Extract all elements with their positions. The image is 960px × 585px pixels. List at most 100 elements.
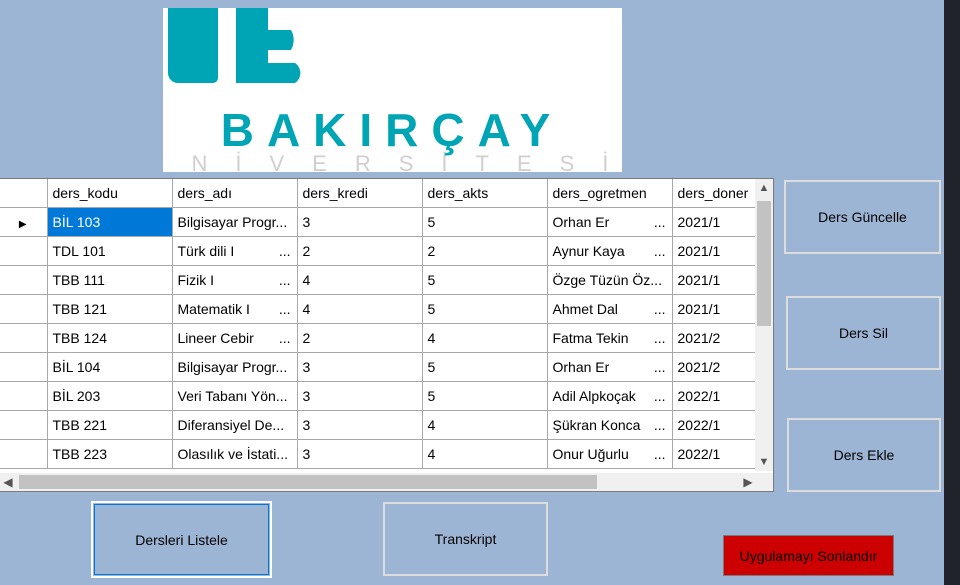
table-cell-ders_kredi[interactable]: 4 bbox=[297, 265, 423, 295]
table-cell-ders_akts[interactable]: 5 bbox=[422, 207, 548, 237]
table-cell-ders_doner[interactable]: 2022/1 bbox=[672, 439, 763, 469]
table-cell-ders_kodu[interactable]: BİL 103 bbox=[47, 207, 173, 237]
row-header[interactable] bbox=[0, 352, 48, 382]
table-cell-ders_adı[interactable]: Veri Tabanı Yön... bbox=[172, 381, 298, 411]
table-cell-ders_akts[interactable]: 4 bbox=[422, 439, 548, 469]
table-row[interactable]: TBB 223 Olasılık ve İstati... 3 4 Onur Uğurl… bbox=[0, 439, 763, 469]
table-cell-ders_ogretmen[interactable]: Ahmet Dal... bbox=[547, 294, 673, 324]
table-cell-ders_kredi[interactable]: 4 bbox=[297, 294, 423, 324]
table-cell-ders_kodu[interactable]: BİL 104 bbox=[47, 352, 173, 382]
table-cell-ders_kodu[interactable]: TDL 101 bbox=[47, 236, 173, 266]
table-row[interactable]: BİL 104 Bilgisayar Progr... 3 5 Orhan Er... 2… bbox=[0, 352, 763, 382]
list-courses-button[interactable]: Dersleri Listele bbox=[91, 501, 272, 578]
table-cell-ders_ogretmen[interactable]: Onur Uğurlu... bbox=[547, 439, 673, 469]
courses-table: ders_kodu ders_adı ders_kredi ders_akts … bbox=[0, 179, 763, 469]
table-row[interactable]: TDL 101 Türk dili I... 2 2 Aynur Kaya... 2021… bbox=[0, 236, 763, 266]
table-cell-ders_kredi[interactable]: 2 bbox=[297, 236, 423, 266]
table-cell-ders_kodu[interactable]: BİL 203 bbox=[47, 381, 173, 411]
table-cell-ders_kredi[interactable]: 3 bbox=[297, 207, 423, 237]
table-cell-ders_doner[interactable]: 2022/1 bbox=[672, 410, 763, 440]
row-header-corner bbox=[0, 179, 48, 208]
row-header[interactable] bbox=[0, 236, 48, 266]
table-cell-ders_doner[interactable]: 2022/1 bbox=[672, 381, 763, 411]
table-cell-ders_ogretmen[interactable]: Adil Alpkoçak... bbox=[547, 381, 673, 411]
vertical-scroll-thumb[interactable] bbox=[757, 201, 771, 326]
transcript-button[interactable]: Transkript bbox=[383, 502, 548, 576]
table-cell-ders_ogretmen[interactable]: Orhan Er... bbox=[547, 207, 673, 237]
table-row[interactable]: TBB 111 Fizik I... 4 5 Özge Tüzün Öz... 2021/… bbox=[0, 265, 763, 295]
vertical-scrollbar[interactable]: ▲ ▼ bbox=[755, 179, 773, 471]
update-course-button[interactable]: Ders Güncelle bbox=[784, 180, 941, 254]
table-cell-ders_adı[interactable]: Olasılık ve İstati... bbox=[172, 439, 298, 469]
row-header[interactable]: ▶ bbox=[0, 207, 48, 237]
table-cell-ders_kredi[interactable]: 3 bbox=[297, 439, 423, 469]
scroll-up-icon[interactable]: ▲ bbox=[755, 179, 773, 197]
table-cell-ders_ogretmen[interactable]: Aynur Kaya... bbox=[547, 236, 673, 266]
horizontal-scrollbar[interactable]: ◀ ▶ bbox=[0, 473, 757, 491]
table-cell-ders_doner[interactable]: 2021/2 bbox=[672, 352, 763, 382]
table-cell-ders_akts[interactable]: 4 bbox=[422, 323, 548, 353]
bakircay-logo-icon: BAKIRÇAY ÜNİVERSİTESİ bbox=[163, 8, 622, 172]
table-cell-ders_akts[interactable]: 5 bbox=[422, 294, 548, 324]
table-cell-ders_doner[interactable]: 2021/1 bbox=[672, 265, 763, 295]
svg-text:ÜNİVERSİTESİ: ÜNİVERSİTESİ bbox=[163, 151, 622, 172]
horizontal-scroll-thumb[interactable] bbox=[19, 475, 597, 489]
table-cell-ders_doner[interactable]: 2021/2 bbox=[672, 323, 763, 353]
table-cell-ders_ogretmen[interactable]: Özge Tüzün Öz... bbox=[547, 265, 673, 295]
table-cell-ders_doner[interactable]: 2021/1 bbox=[672, 207, 763, 237]
courses-data-grid[interactable]: ders_kodu ders_adı ders_kredi ders_akts … bbox=[0, 178, 774, 492]
table-cell-ders_adı[interactable]: Bilgisayar Progr... bbox=[172, 207, 298, 237]
column-header[interactable]: ders_doner bbox=[672, 179, 763, 208]
table-cell-ders_ogretmen[interactable]: Orhan Er... bbox=[547, 352, 673, 382]
university-logo: BAKIRÇAY ÜNİVERSİTESİ bbox=[163, 8, 622, 172]
row-header[interactable] bbox=[0, 265, 48, 295]
table-cell-ders_kodu[interactable]: TBB 223 bbox=[47, 439, 173, 469]
table-cell-ders_ogretmen[interactable]: Fatma Tekin... bbox=[547, 323, 673, 353]
column-header[interactable]: ders_adı bbox=[172, 179, 298, 208]
table-cell-ders_adı[interactable]: Bilgisayar Progr... bbox=[172, 352, 298, 382]
scroll-down-icon[interactable]: ▼ bbox=[755, 453, 773, 471]
table-cell-ders_ogretmen[interactable]: Şükran Konca... bbox=[547, 410, 673, 440]
row-header[interactable] bbox=[0, 410, 48, 440]
table-cell-ders_adı[interactable]: Matematik I... bbox=[172, 294, 298, 324]
table-cell-ders_akts[interactable]: 5 bbox=[422, 265, 548, 295]
row-header[interactable] bbox=[0, 323, 48, 353]
table-cell-ders_doner[interactable]: 2021/1 bbox=[672, 294, 763, 324]
table-cell-ders_kodu[interactable]: TBB 111 bbox=[47, 265, 173, 295]
table-cell-ders_kredi[interactable]: 2 bbox=[297, 323, 423, 353]
scrollbar-corner bbox=[755, 473, 773, 491]
background-window-strip bbox=[944, 0, 960, 585]
table-cell-ders_akts[interactable]: 4 bbox=[422, 410, 548, 440]
table-cell-ders_adı[interactable]: Lineer Cebir... bbox=[172, 323, 298, 353]
table-cell-ders_kodu[interactable]: TBB 121 bbox=[47, 294, 173, 324]
column-header[interactable]: ders_kodu bbox=[47, 179, 173, 208]
table-row[interactable]: BİL 203 Veri Tabanı Yön... 3 5 Adil Alpkoçak… bbox=[0, 381, 763, 411]
table-row[interactable]: ▶ BİL 103 Bilgisayar Progr... 3 5 Orhan Er...… bbox=[0, 207, 763, 237]
table-cell-ders_kredi[interactable]: 3 bbox=[297, 410, 423, 440]
table-cell-ders_adı[interactable]: Fizik I... bbox=[172, 265, 298, 295]
table-row[interactable]: TBB 124 Lineer Cebir... 2 4 Fatma Tekin... 20… bbox=[0, 323, 763, 353]
exit-application-button[interactable]: Uygulamayı Sonlandır bbox=[723, 535, 894, 576]
table-cell-ders_kredi[interactable]: 3 bbox=[297, 352, 423, 382]
table-cell-ders_kodu[interactable]: TBB 221 bbox=[47, 410, 173, 440]
table-cell-ders_akts[interactable]: 5 bbox=[422, 381, 548, 411]
row-header[interactable] bbox=[0, 294, 48, 324]
table-cell-ders_kredi[interactable]: 3 bbox=[297, 381, 423, 411]
delete-course-button[interactable]: Ders Sil bbox=[786, 296, 941, 370]
row-header[interactable] bbox=[0, 439, 48, 469]
table-row[interactable]: TBB 121 Matematik I... 4 5 Ahmet Dal... 2021/… bbox=[0, 294, 763, 324]
row-header[interactable] bbox=[0, 381, 48, 411]
table-cell-ders_doner[interactable]: 2021/1 bbox=[672, 236, 763, 266]
table-row[interactable]: TBB 221 Diferansiyel De... 3 4 Şükran Konca.… bbox=[0, 410, 763, 440]
column-header[interactable]: ders_akts bbox=[422, 179, 548, 208]
column-header[interactable]: ders_kredi bbox=[297, 179, 423, 208]
table-cell-ders_adı[interactable]: Diferansiyel De... bbox=[172, 410, 298, 440]
column-header[interactable]: ders_ogretmen bbox=[547, 179, 673, 208]
table-cell-ders_akts[interactable]: 2 bbox=[422, 236, 548, 266]
current-row-indicator-icon: ▶ bbox=[18, 219, 27, 230]
table-cell-ders_akts[interactable]: 5 bbox=[422, 352, 548, 382]
table-cell-ders_adı[interactable]: Türk dili I... bbox=[172, 236, 298, 266]
table-cell-ders_kodu[interactable]: TBB 124 bbox=[47, 323, 173, 353]
scroll-left-icon[interactable]: ◀ bbox=[0, 473, 17, 491]
add-course-button[interactable]: Ders Ekle bbox=[787, 418, 941, 492]
